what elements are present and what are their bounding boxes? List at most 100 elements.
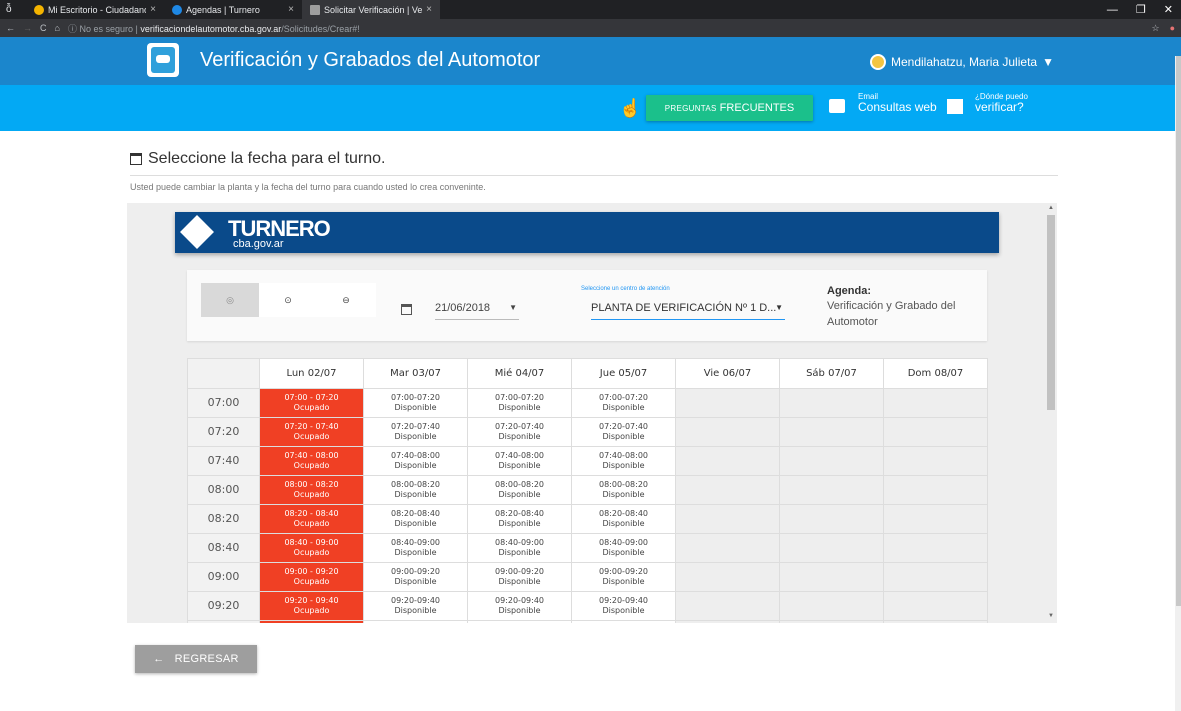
close-tab-icon[interactable]: × xyxy=(150,4,156,15)
slot-time: 07:20-07:40 xyxy=(599,422,648,432)
store-icon[interactable] xyxy=(947,99,963,114)
day-header: Sáb 07/07 xyxy=(779,358,884,389)
slot-empty xyxy=(779,417,884,447)
slot-available[interactable]: 08:20-08:40 Disponible xyxy=(467,504,572,534)
slot-empty xyxy=(779,620,884,623)
slot-available[interactable]: 07:20-07:40 Disponible xyxy=(363,417,468,447)
slot-time: 07:40-08:00 xyxy=(495,451,544,461)
slot-status: Disponible xyxy=(498,548,541,557)
time-cell: 08:00 xyxy=(187,475,260,505)
slot-empty xyxy=(883,562,988,592)
slot-empty xyxy=(779,591,884,621)
day-header: Mié 04/07 xyxy=(467,358,572,389)
hand-pointer-icon: ☝ xyxy=(619,98,642,118)
table-row: 07:00 07:00 - 07:20 Ocupado 07:00-07:20 Disp… xyxy=(187,388,988,418)
slot-available[interactable]: 09:00-09:20 Disponible xyxy=(363,562,468,592)
calendar-icon[interactable] xyxy=(401,304,412,315)
slot-available[interactable]: 07:00-07:20 Disponible xyxy=(467,388,572,418)
home-icon[interactable]: ⌂ xyxy=(55,23,60,33)
slot-status: Ocupado xyxy=(293,606,330,615)
faq-label-big: FRECUENTES xyxy=(719,102,795,114)
center-select[interactable]: PLANTA DE VERIFICACIÓN Nº 1 D... ▼ xyxy=(591,302,785,320)
slot-available[interactable]: 08:20-08:40 Disponible xyxy=(571,504,676,534)
email-link[interactable]: Email Consultas web xyxy=(858,93,937,114)
close-tab-icon[interactable]: × xyxy=(288,4,294,15)
browser-tab[interactable]: Mi Escritorio - Ciudadano × xyxy=(26,0,164,19)
slot-available[interactable]: 09:00-09:20 Disponible xyxy=(467,562,572,592)
slot-empty xyxy=(883,591,988,621)
slot-available[interactable]: 07:20-07:40 Disponible xyxy=(571,417,676,447)
slot-time: 07:40-08:00 xyxy=(391,451,440,461)
table-header-row: Lun 02/07 Mar 03/07 Mié 04/07 Jue 05/07 … xyxy=(187,358,988,389)
page-scrollbar[interactable] xyxy=(1175,56,1181,711)
user-avatar xyxy=(870,54,886,70)
browser-tab-active[interactable]: Solicitar Verificación | Ver × xyxy=(302,0,440,19)
slot-available[interactable]: 09:40-10:00Disponible xyxy=(363,620,468,623)
slot-available[interactable]: 08:20-08:40 Disponible xyxy=(363,504,468,534)
slot-available[interactable]: 09:20-09:40 Disponible xyxy=(467,591,572,621)
forward-arrow-icon[interactable]: → xyxy=(23,23,32,33)
close-window-icon[interactable]: ✕ xyxy=(1164,3,1173,16)
back-label: REGRESAR xyxy=(174,653,239,665)
slot-time: 09:20-09:40 xyxy=(495,596,544,606)
where-verify-link[interactable]: ¿Dónde puedo verificar? xyxy=(975,93,1028,114)
maximize-icon[interactable]: ❐ xyxy=(1136,3,1146,16)
caret-down-icon: ▼ xyxy=(1042,55,1054,69)
slot-available[interactable]: 09:20-09:40 Disponible xyxy=(571,591,676,621)
scroll-thumb[interactable] xyxy=(1047,215,1055,410)
faq-button[interactable]: PREGUNTAS FRECUENTES xyxy=(646,95,813,121)
arrow-left-icon: ← xyxy=(153,653,165,665)
slot-time: 08:40 - 09:00 xyxy=(284,538,339,548)
slot-available[interactable]: 09:40-10:00Disponible xyxy=(571,620,676,623)
close-tab-icon[interactable]: × xyxy=(426,4,432,15)
app-logo[interactable] xyxy=(147,43,179,77)
slot-available[interactable]: 07:40-08:00 Disponible xyxy=(363,446,468,476)
slot-time: 07:00 - 07:20 xyxy=(284,393,339,403)
view-option-radio[interactable]: ⊖ xyxy=(317,283,375,317)
view-option-radio[interactable]: ⊙ xyxy=(259,283,317,317)
scroll-down-icon[interactable]: ▼ xyxy=(1048,613,1054,619)
browser-tab[interactable]: ỗ xyxy=(0,0,26,19)
message-icon[interactable] xyxy=(829,99,845,113)
slot-available[interactable]: 07:40-08:00 Disponible xyxy=(467,446,572,476)
turnero-logo-icon xyxy=(180,215,214,249)
user-menu[interactable]: Mendilahatzu, Maria Julieta ▼ xyxy=(870,54,1054,70)
page-scroll-thumb[interactable] xyxy=(1176,56,1181,606)
back-button[interactable]: ← REGRESAR xyxy=(135,645,257,673)
back-arrow-icon[interactable]: ← xyxy=(6,23,15,33)
slot-available[interactable]: 08:40-09:00 Disponible xyxy=(571,533,676,563)
slot-available[interactable]: 09:40-10:00Disponible xyxy=(467,620,572,623)
scroll-up-icon[interactable]: ▲ xyxy=(1048,205,1054,211)
star-icon[interactable]: ☆ xyxy=(1151,23,1159,34)
slot-occupied: 09:20 - 09:40 Ocupado xyxy=(259,591,364,621)
slot-available[interactable]: 09:00-09:20 Disponible xyxy=(571,562,676,592)
slot-occupied: 07:20 - 07:40 Ocupado xyxy=(259,417,364,447)
slot-available[interactable]: 08:00-08:20 Disponible xyxy=(363,475,468,505)
window-controls: — ❐ ✕ xyxy=(1107,0,1181,19)
slot-time: 08:20-08:40 xyxy=(495,509,544,519)
url-field[interactable]: ⓘ No es seguro | verificaciondelautomoto… xyxy=(68,22,360,35)
slot-empty xyxy=(779,475,884,505)
slot-time: 09:00 - 09:20 xyxy=(284,567,339,577)
slot-available[interactable]: 08:00-08:20 Disponible xyxy=(467,475,572,505)
slot-available[interactable]: 08:40-09:00 Disponible xyxy=(363,533,468,563)
slot-available[interactable]: 07:20-07:40 Disponible xyxy=(467,417,572,447)
slot-available[interactable]: 08:00-08:20 Disponible xyxy=(571,475,676,505)
slot-available[interactable]: 07:00-07:20 Disponible xyxy=(571,388,676,418)
slot-status: Disponible xyxy=(498,519,541,528)
slot-available[interactable]: 07:40-08:00 Disponible xyxy=(571,446,676,476)
reload-icon[interactable]: C xyxy=(40,23,47,33)
slot-available[interactable]: 07:00-07:20 Disponible xyxy=(363,388,468,418)
iframe-scrollbar[interactable]: ▲ ▼ xyxy=(1044,203,1057,623)
slot-available[interactable]: 09:20-09:40 Disponible xyxy=(363,591,468,621)
view-option-radio[interactable]: ◎ xyxy=(201,283,259,317)
slot-occupied: 08:00 - 08:20 Ocupado xyxy=(259,475,364,505)
extension-icon[interactable]: ● xyxy=(1170,23,1175,34)
minimize-icon[interactable]: — xyxy=(1107,4,1118,16)
slot-status: Disponible xyxy=(498,490,541,499)
date-select[interactable]: 21/06/2018 ▼ xyxy=(435,302,519,320)
slot-available[interactable]: 08:40-09:00 Disponible xyxy=(467,533,572,563)
browser-tab[interactable]: Agendas | Turnero × xyxy=(164,0,302,19)
slot-time: 08:40-09:00 xyxy=(391,538,440,548)
time-cell: 08:40 xyxy=(187,533,260,563)
